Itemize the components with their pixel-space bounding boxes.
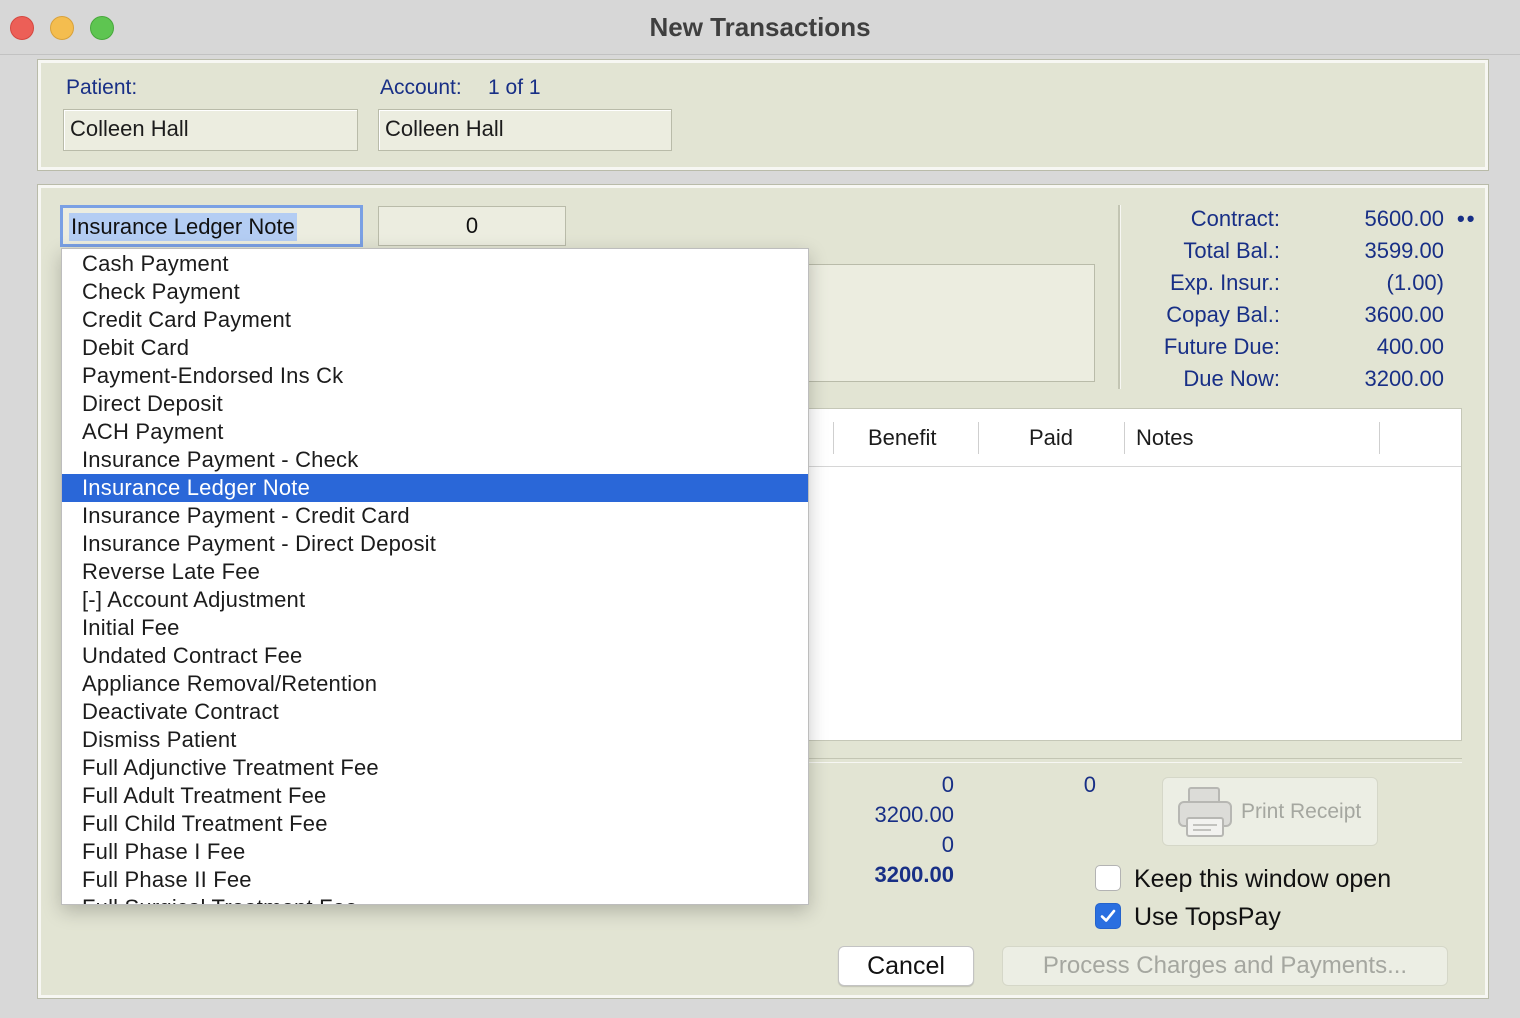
column-divider[interactable] (1124, 422, 1125, 454)
dropdown-item[interactable]: Check Payment (62, 278, 808, 306)
note-textarea[interactable] (790, 264, 1095, 382)
process-charges-button[interactable]: Process Charges and Payments... (1002, 946, 1448, 986)
dropdown-item[interactable]: ACH Payment (62, 418, 808, 446)
dropdown-item-selected[interactable]: Insurance Ledger Note (62, 474, 808, 502)
dropdown-item[interactable]: [-] Account Adjustment (62, 586, 808, 614)
transactions-table[interactable]: Benefit Paid Notes (790, 408, 1462, 741)
total-col1-row2: 3200.00 (874, 802, 954, 827)
summary-value-total-bal: 3599.00 (1364, 238, 1444, 263)
use-topspay-checkbox[interactable] (1095, 903, 1121, 929)
column-header-paid[interactable]: Paid (1029, 425, 1073, 451)
dropdown-item[interactable]: Full Phase I Fee (62, 838, 808, 866)
column-divider[interactable] (1379, 422, 1380, 454)
patient-label: Patient: (66, 76, 138, 99)
dropdown-item[interactable]: Full Child Treatment Fee (62, 810, 808, 838)
account-label: Account: (380, 76, 462, 99)
cancel-button[interactable]: Cancel (838, 946, 974, 986)
summary-value-exp-insur: (1.00) (1386, 270, 1444, 295)
summary-value-due-now: 3200.00 (1364, 366, 1444, 391)
account-field[interactable]: Colleen Hall (378, 109, 672, 151)
column-divider[interactable] (833, 422, 834, 454)
dropdown-item[interactable]: Full Adjunctive Treatment Fee (62, 754, 808, 782)
printer-icon (1178, 787, 1232, 837)
dropdown-item[interactable]: Appliance Removal/Retention (62, 670, 808, 698)
dropdown-item[interactable]: Insurance Payment - Direct Deposit (62, 530, 808, 558)
checkmark-icon (1100, 909, 1116, 922)
keep-window-open-checkbox[interactable] (1095, 865, 1121, 891)
dropdown-item[interactable]: Full Phase II Fee (62, 866, 808, 894)
table-header: Benefit Paid Notes (791, 409, 1461, 467)
transaction-type-dropdown[interactable]: Cash Payment Check Payment Credit Card Pay… (61, 248, 809, 905)
title-bar: New Transactions (0, 0, 1520, 55)
use-topspay-label[interactable]: Use TopsPay (1134, 903, 1281, 932)
column-header-notes[interactable]: Notes (1136, 425, 1193, 451)
total-col1-row1: 0 (941, 772, 954, 797)
column-divider[interactable] (978, 422, 979, 454)
summary-divider (1118, 205, 1121, 389)
total-col1-row3: 0 (941, 832, 954, 857)
dropdown-item[interactable]: Deactivate Contract (62, 698, 808, 726)
keep-window-open-label[interactable]: Keep this window open (1134, 865, 1391, 894)
dropdown-item[interactable]: Payment-Endorsed Ins Ck (62, 362, 808, 390)
total-col1-grand: 3200.00 (874, 862, 954, 887)
print-receipt-button[interactable]: Print Receipt (1162, 777, 1378, 846)
dropdown-item[interactable]: Dismiss Patient (62, 726, 808, 754)
totals-divider (790, 758, 1462, 759)
summary-value-future-due: 400.00 (1376, 334, 1444, 359)
contract-more-icon[interactable]: •• (1457, 206, 1476, 232)
patient-field[interactable]: Colleen Hall (63, 109, 358, 151)
window-title: New Transactions (649, 12, 871, 42)
dropdown-item[interactable]: Full Adult Treatment Fee (62, 782, 808, 810)
transaction-type-select[interactable]: Insurance Ledger Note (60, 205, 363, 247)
total-col2-row1: 0 (1083, 772, 1096, 797)
summary-label-contract: Contract: (1190, 206, 1280, 231)
print-receipt-label: Print Receipt (1241, 800, 1362, 823)
totals-divider (790, 762, 1462, 763)
dropdown-item[interactable]: Direct Deposit (62, 390, 808, 418)
summary-label-due-now: Due Now: (1183, 366, 1280, 391)
account-position: 1 of 1 (488, 76, 541, 99)
summary-value-copay-bal: 3600.00 (1364, 302, 1444, 327)
dropdown-list: Cash Payment Check Payment Credit Card Pay… (62, 250, 808, 904)
dropdown-item[interactable]: Insurance Payment - Credit Card (62, 502, 808, 530)
summary-label-total-bal: Total Bal.: (1183, 238, 1280, 263)
dropdown-item[interactable]: Undated Contract Fee (62, 642, 808, 670)
summary-label-exp-insur: Exp. Insur.: (1169, 270, 1280, 295)
dropdown-item[interactable]: Credit Card Payment (62, 306, 808, 334)
dropdown-item[interactable]: Cash Payment (62, 250, 808, 278)
transaction-type-value: Insurance Ledger Note (69, 213, 297, 241)
dropdown-item[interactable]: Reverse Late Fee (62, 558, 808, 586)
amount-field[interactable]: 0 (378, 206, 566, 246)
dropdown-item[interactable]: Initial Fee (62, 614, 808, 642)
dropdown-item[interactable]: Full Surgical Treatment Fee (62, 894, 808, 904)
dropdown-item[interactable]: Debit Card (62, 334, 808, 362)
summary-value-contract: 5600.00 (1364, 206, 1444, 231)
dropdown-item[interactable]: Insurance Payment - Check (62, 446, 808, 474)
summary-label-future-due: Future Due: (1163, 334, 1280, 359)
summary-label-copay-bal: Copay Bal.: (1166, 302, 1280, 327)
column-header-benefit[interactable]: Benefit (868, 425, 937, 451)
